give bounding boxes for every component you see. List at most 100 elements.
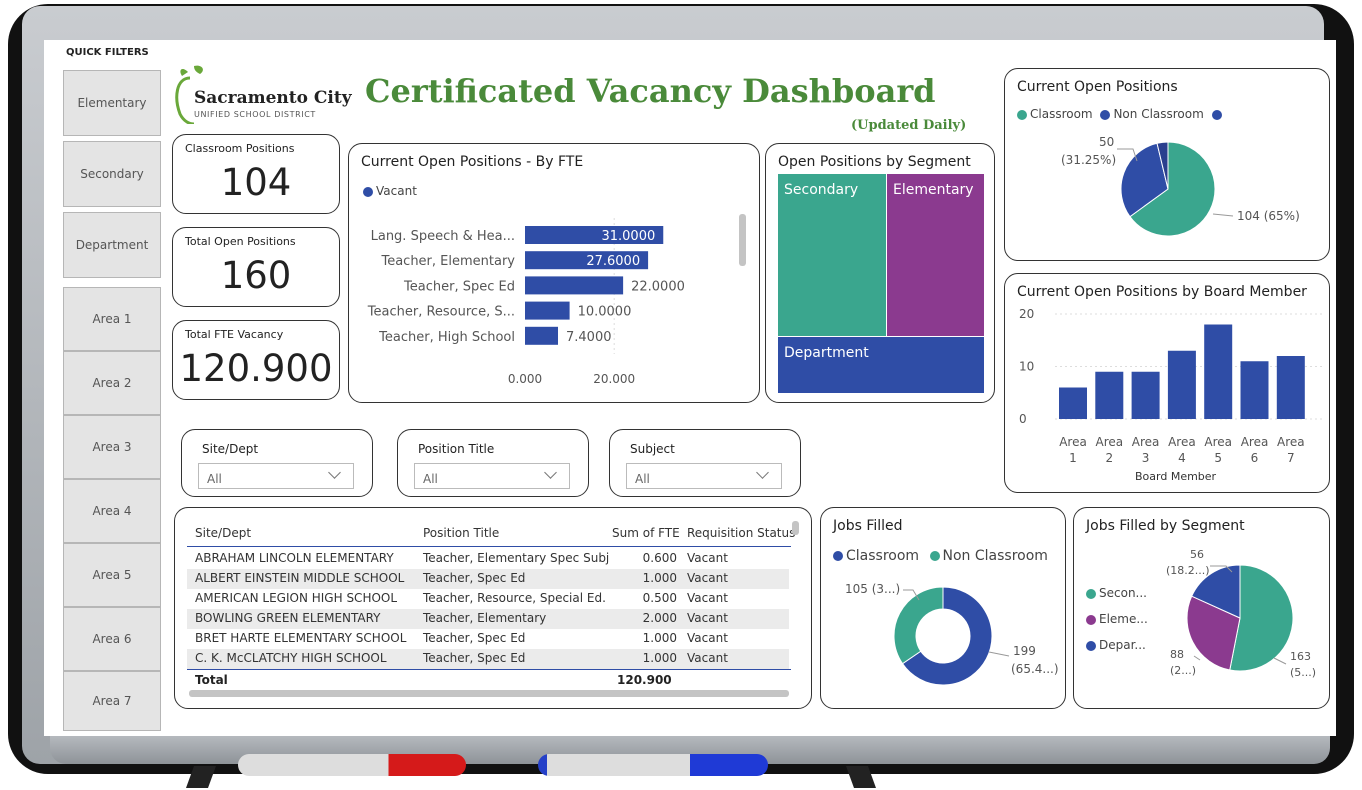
chart-current-open-positions: Current Open Positions Classroom Non Cla… [1004,68,1330,261]
quick-filter-area-2[interactable]: Area 2 [63,351,161,415]
column-header[interactable]: Requisition Status [687,526,795,540]
cell-position: Teacher, Spec Ed [423,651,526,665]
cell-fte: 1.000 [642,631,677,645]
donut-label: (65.4...) [1011,662,1059,676]
board-bar[interactable] [1204,324,1233,420]
logo-subtitle: UNIFIED SCHOOL DISTRICT [194,110,316,119]
column-header[interactable]: Site/Dept [195,526,251,540]
table-row[interactable]: ABRAHAM LINCOLN ELEMENTARY Teacher, Eleme… [187,549,789,569]
fte-bar[interactable] [525,326,559,345]
x-tick-label: 5 [1214,451,1222,465]
cell-status: Vacant [687,631,728,645]
treemap-tile-secondary[interactable]: Secondary [778,174,886,336]
quick-filter-area-1[interactable]: Area 1 [63,287,161,351]
fte-bar[interactable] [525,301,570,320]
quick-filter-department[interactable]: Department [63,212,161,278]
jobs-segment-pie [1186,564,1294,672]
fte-bar[interactable] [525,276,624,295]
table-row[interactable]: BOWLING GREEN ELEMENTARY Teacher, Element… [187,609,789,629]
category-label: Teacher, High School [378,330,515,345]
quick-filter-area-4[interactable]: Area 4 [63,479,161,543]
quick-filter-area-3[interactable]: Area 3 [63,415,161,479]
donut-label: 105 (3...) [845,582,901,596]
category-label: Teacher, Elementary [380,254,515,269]
cell-fte: 0.500 [642,591,677,605]
pie-label: 163 [1290,650,1311,663]
quick-filter-area-7[interactable]: Area 7 [63,671,161,731]
cell-site: ABRAHAM LINCOLN ELEMENTARY [195,551,394,565]
donut-label: 199 [1013,644,1036,658]
column-header[interactable]: Sum of FTE [612,526,680,540]
page-subtitle: (Updated Daily) [851,118,967,133]
treemap-label: Secondary [784,182,859,198]
vacancy-table: Site/Dept Position Title Sum of FTE Requ… [174,507,812,709]
treemap-tile-department[interactable]: Department [778,337,984,393]
x-tick-label: Area [1095,435,1123,449]
slicer-value: All [635,472,650,486]
chart-open-positions-by-fte: Current Open Positions - By FTE Vacant L… [348,143,760,403]
column-header[interactable]: Position Title [423,526,499,540]
cell-fte: 0.600 [642,551,677,565]
cell-fte: 1.000 [642,651,677,665]
x-tick-label: 4 [1178,451,1186,465]
x-tick-label: 3 [1142,451,1150,465]
cell-status: Vacant [687,571,728,585]
page-title: Certificated Vacancy Dashboard [365,72,936,110]
slicer-dropdown[interactable]: All [198,463,354,489]
table-scrollbar[interactable] [792,521,799,535]
x-tick-label: Area [1204,435,1232,449]
table-row[interactable]: BRET HARTE ELEMENTARY SCHOOL Teacher, Spe… [187,629,789,649]
chart-jobs-filled: Jobs Filled Classroom Non Classroom 105 … [820,507,1066,709]
chevron-down-icon [756,466,769,479]
kpi-value: 120.900 [179,347,333,390]
board-bar[interactable] [1095,371,1124,419]
cell-site: AMERICAN LEGION HIGH SCHOOL [195,591,398,605]
x-tick-label: Area [1277,435,1305,449]
chart-scrollbar[interactable] [739,214,746,266]
pie-label: 88 [1170,648,1184,661]
horizontal-scrollbar[interactable] [189,690,789,697]
slicer-label: Subject [630,442,675,456]
table-row[interactable]: AMERICAN LEGION HIGH SCHOOL Teacher, Reso… [187,589,789,609]
slicer-dropdown[interactable]: All [414,463,570,489]
pie-label: (31.25%) [1061,153,1117,167]
table-row[interactable]: C. K. McCLATCHY HIGH SCHOOL Teacher, Spec… [187,649,789,669]
quick-filter-area-5[interactable]: Area 5 [63,543,161,607]
cell-fte: 2.000 [642,611,677,625]
quick-filter-elementary[interactable]: Elementary [63,70,161,136]
pie-label: 56 [1190,548,1204,561]
red-marker [238,754,466,776]
x-tick-label: 0.000 [508,372,542,386]
treemap-tile-elementary[interactable]: Elementary [887,174,984,336]
slicer-position-title: Position Title All [397,429,589,497]
data-label: 10.0000 [578,305,632,320]
pie-label: 50 [1099,135,1115,149]
y-tick-label: 10 [1019,360,1034,374]
x-tick-label: 7 [1287,451,1295,465]
board-bar[interactable] [1167,350,1196,419]
board-bar[interactable] [1240,361,1269,419]
total-divider [187,669,791,670]
board-bar[interactable] [1131,371,1160,419]
quick-filters-title: QUICK FILTERS [66,47,149,58]
chart-jobs-filled-by-segment: Jobs Filled by Segment Secon... Eleme...… [1073,507,1330,709]
slicer-dropdown[interactable]: All [626,463,782,489]
y-tick-label: 20 [1019,307,1034,321]
y-tick-label: 0 [1019,412,1027,426]
quick-filter-area-6[interactable]: Area 6 [63,607,161,671]
cell-site: BRET HARTE ELEMENTARY SCHOOL [195,631,407,645]
chart-title: Open Positions by Segment [778,154,971,170]
data-label: 31.0000 [601,229,655,244]
board-bar[interactable] [1276,356,1305,419]
table-row[interactable]: ALBERT EINSTEIN MIDDLE SCHOOL Teacher, Sp… [187,569,789,589]
quick-filter-secondary[interactable]: Secondary [63,141,161,207]
kpi-total-fte-vacancy: Total FTE Vacancy 120.900 [172,320,340,400]
data-label: 22.0000 [631,279,685,294]
data-label: 7.4000 [566,330,612,345]
cell-position: Teacher, Resource, Special Ed. [423,591,606,605]
board-bar[interactable] [1059,387,1087,420]
jobs-filled-donut [893,586,1010,686]
kpi-label: Classroom Positions [185,142,295,155]
cell-position: Teacher, Elementary [423,611,547,625]
x-tick-label: Area [1168,435,1196,449]
